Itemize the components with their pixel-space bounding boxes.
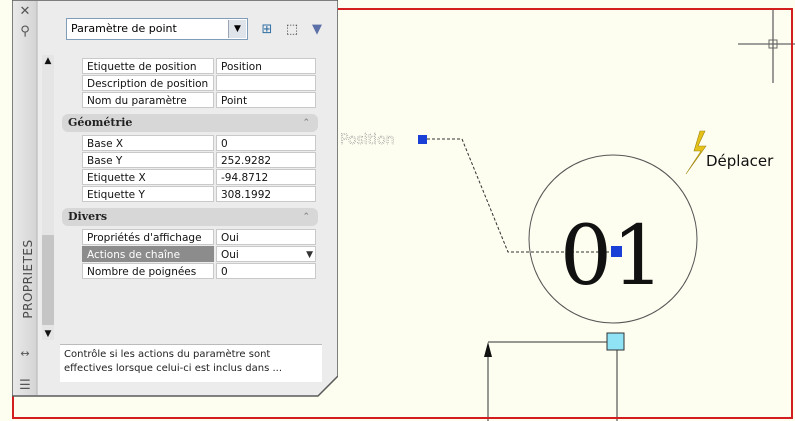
description-line: effectives lorsque celui-ci est inclus d… [64, 363, 283, 374]
position-label: Position [340, 132, 395, 148]
property-value[interactable]: 308.1992 [216, 186, 316, 202]
chevron-down-icon[interactable]: ▼ [306, 247, 313, 261]
lightning-icon[interactable] [685, 130, 707, 175]
point-grip[interactable] [611, 246, 622, 257]
quick-select-filter-icon[interactable]: ▼ [307, 20, 327, 40]
property-name: Nombre de poignées [82, 263, 214, 279]
close-icon[interactable]: ✕ [17, 4, 33, 20]
property-row[interactable]: Nom du paramètre Point [62, 92, 318, 109]
properties-palette[interactable]: ✕ ⚲ PROPRIETES ↔ ☰ Paramètre de point ▼ … [12, 0, 338, 397]
property-name: Nom du paramètre [82, 92, 214, 108]
property-description: Contrôle si les actions du paramètre son… [60, 344, 322, 382]
property-name: Description de position [82, 75, 214, 91]
chevron-down-icon[interactable]: ▼ [228, 20, 246, 38]
move-action-label[interactable]: Déplacer [706, 152, 774, 170]
base-grip[interactable] [606, 332, 625, 351]
property-row[interactable]: Base Y 252.9282 [62, 152, 318, 169]
property-grid: Etiquette de position Position Descripti… [62, 58, 318, 280]
property-value[interactable]: 0 [216, 135, 316, 151]
pickadd-toggle-icon[interactable]: ⊞ [257, 20, 277, 40]
category-title: Divers [68, 210, 108, 223]
description-line: Contrôle si les actions du paramètre son… [64, 349, 271, 360]
property-name: Base Y [82, 152, 214, 168]
property-row[interactable]: Etiquette X -94.8712 [62, 169, 318, 186]
palette-title-strip[interactable]: ✕ ⚲ PROPRIETES ↔ ☰ [14, 4, 36, 394]
crosshair-cursor [738, 8, 795, 83]
property-value[interactable]: Point [216, 92, 316, 108]
property-name: Etiquette de position [82, 58, 214, 74]
category-title: Géométrie [68, 116, 133, 129]
property-row[interactable]: Propriétés d'affichage Oui [62, 229, 318, 246]
category-misc[interactable]: Divers ⌃ [62, 208, 318, 226]
property-row[interactable]: Nombre de poignées 0 [62, 263, 318, 280]
collapse-icon[interactable]: ⌃ [302, 208, 310, 226]
select-objects-icon[interactable]: ⬚ [282, 20, 302, 40]
property-row[interactable]: Actions de chaîne Oui ▼ [62, 246, 318, 263]
property-value[interactable]: 0 [216, 263, 316, 279]
palette-scrollbar[interactable]: ▲ ▼ [42, 55, 54, 340]
scroll-thumb[interactable] [42, 235, 54, 325]
property-name: Etiquette X [82, 169, 214, 185]
property-row[interactable]: Etiquette Y 308.1992 [62, 186, 318, 203]
property-value[interactable]: 252.9282 [216, 152, 316, 168]
property-value-select[interactable]: Oui ▼ [216, 246, 316, 262]
property-row[interactable]: Etiquette de position Position [62, 58, 318, 75]
object-type-value: Paramètre de point [71, 22, 177, 35]
property-value[interactable]: Position [216, 58, 316, 74]
arrow-head [484, 342, 492, 357]
scroll-up-icon[interactable]: ▲ [42, 55, 54, 67]
scroll-down-icon[interactable]: ▼ [42, 328, 54, 340]
property-value[interactable] [216, 75, 316, 91]
quick-select-icon[interactable]: ⚲ [17, 24, 33, 40]
property-value[interactable]: -94.8712 [216, 169, 316, 185]
auto-hide-icon[interactable]: ↔ [17, 346, 33, 362]
property-row[interactable]: Base X 0 [62, 135, 318, 152]
category-geometry[interactable]: Géométrie ⌃ [62, 114, 318, 132]
property-name: Etiquette Y [82, 186, 214, 202]
collapse-icon[interactable]: ⌃ [302, 114, 310, 132]
palette-title: PROPRIETES [21, 239, 35, 319]
properties-menu-icon[interactable]: ☰ [17, 378, 33, 394]
palette-toolbar: Paramètre de point ▼ ⊞ ⬚ ▼ [66, 18, 326, 44]
property-name: Propriétés d'affichage [82, 229, 214, 245]
property-value: Oui [221, 249, 239, 261]
object-type-select[interactable]: Paramètre de point ▼ [66, 18, 248, 40]
property-row[interactable]: Description de position [62, 75, 318, 92]
position-label-grip[interactable] [418, 135, 427, 144]
property-value[interactable]: Oui [216, 229, 316, 245]
property-name: Actions de chaîne [82, 246, 214, 262]
property-name: Base X [82, 135, 214, 151]
